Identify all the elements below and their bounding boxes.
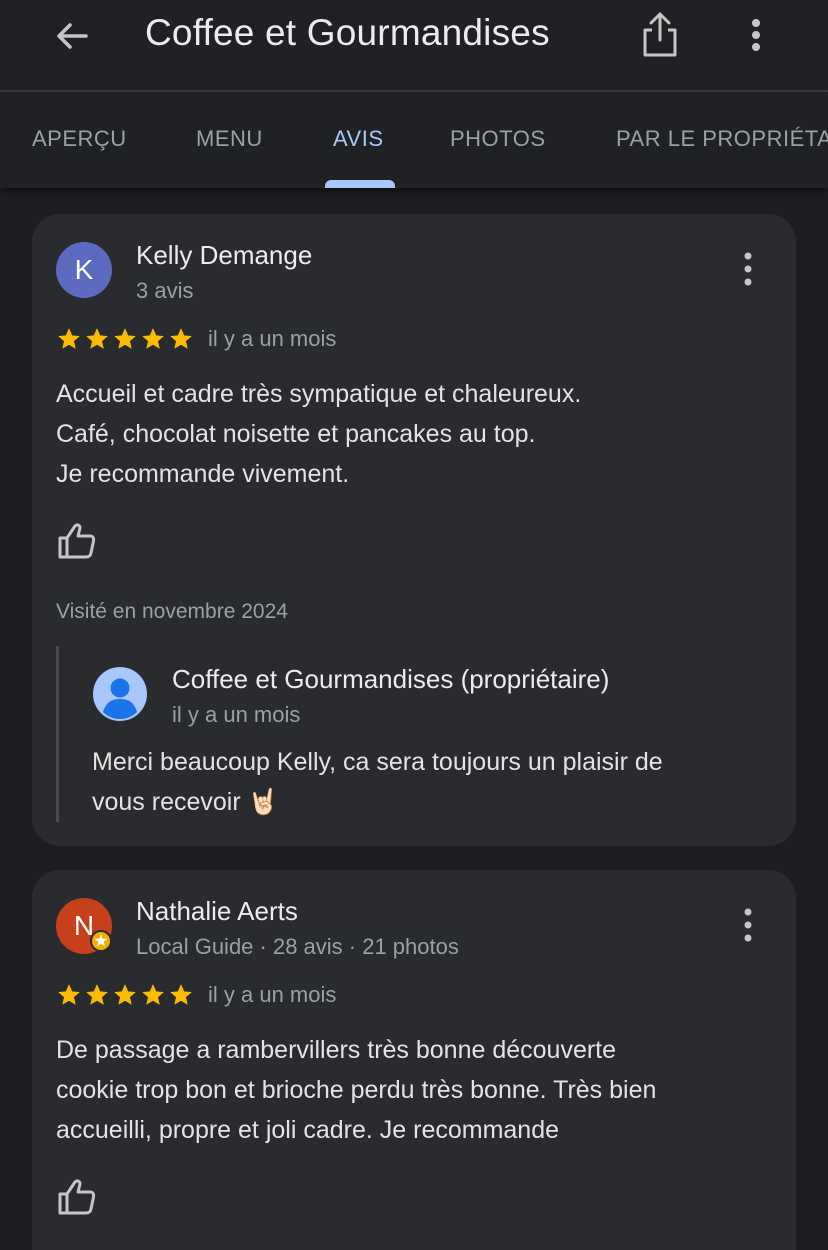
person-icon bbox=[93, 667, 147, 721]
reply-text: Merci beaucoup Kelly, ca sera toujours u… bbox=[92, 742, 663, 822]
star-rating bbox=[56, 326, 194, 352]
reply-date: il y a un mois bbox=[172, 702, 301, 727]
review-line: Café, chocolat noisette et pancakes au t… bbox=[56, 420, 536, 448]
review-text: De passage a rambervillers très bonne dé… bbox=[56, 1030, 656, 1150]
visit-date: Visité en novembre 2024 bbox=[56, 600, 288, 623]
local-guide-badge-icon bbox=[90, 930, 112, 952]
review-text: Accueil et cadre très sympatique et chal… bbox=[56, 374, 581, 494]
reviewer-name[interactable]: Nathalie Aerts bbox=[136, 896, 298, 927]
tab-bar: APERÇU MENU AVIS PHOTOS PAR LE PROPRIÉTA bbox=[0, 92, 828, 188]
star-icon bbox=[114, 984, 136, 1005]
reply-divider bbox=[56, 646, 59, 822]
star-icon bbox=[114, 328, 136, 349]
review-line: accueilli, propre et joli cadre. Je reco… bbox=[56, 1116, 560, 1144]
reply-line: vous recevoir 🤘🏻 bbox=[92, 788, 279, 816]
review-date: il y a un mois bbox=[208, 982, 337, 1007]
star-rating bbox=[56, 982, 194, 1008]
more-vert-icon[interactable] bbox=[738, 906, 758, 946]
active-tab-indicator bbox=[325, 180, 395, 188]
review-card: K Kelly Demange 3 avis il y a un mois Ac… bbox=[32, 214, 796, 846]
star-icon bbox=[58, 984, 80, 1005]
star-icon bbox=[142, 984, 164, 1005]
owner-name: Coffee et Gourmandises (propriétaire) bbox=[172, 664, 610, 694]
page-title: Coffee et Gourmandises bbox=[145, 12, 550, 53]
reviewer-meta: 3 avis bbox=[136, 278, 194, 303]
star-icon bbox=[58, 328, 80, 349]
review-line: De passage a rambervillers très bonne dé… bbox=[56, 1036, 617, 1064]
review-card: N Nathalie Aerts Local Guide · 28 avis ·… bbox=[32, 870, 796, 1250]
tab-avis[interactable]: AVIS bbox=[333, 126, 384, 152]
tab-menu[interactable]: MENU bbox=[196, 126, 263, 152]
back-arrow-icon[interactable] bbox=[50, 14, 94, 58]
review-line: Je recommande vivement. bbox=[56, 460, 350, 488]
app-bar: Coffee et Gourmandises bbox=[0, 0, 828, 90]
star-icon bbox=[86, 328, 108, 349]
review-line: Accueil et cadre très sympatique et chal… bbox=[56, 380, 582, 408]
thumb-up-icon[interactable] bbox=[56, 1176, 98, 1218]
avatar[interactable]: K bbox=[56, 242, 112, 298]
share-icon[interactable] bbox=[638, 10, 682, 60]
star-icon bbox=[142, 328, 164, 349]
tab-apercu[interactable]: APERÇU bbox=[32, 126, 127, 152]
tab-par-le-proprietaire[interactable]: PAR LE PROPRIÉTA bbox=[616, 126, 828, 152]
star-icon bbox=[170, 984, 192, 1005]
thumb-up-icon[interactable] bbox=[56, 520, 98, 562]
review-date: il y a un mois bbox=[208, 326, 337, 351]
more-vert-icon[interactable] bbox=[740, 14, 772, 58]
review-line: cookie trop bon et brioche perdu très bo… bbox=[56, 1076, 657, 1104]
reviewer-name[interactable]: Kelly Demange bbox=[136, 240, 312, 271]
star-icon bbox=[170, 328, 192, 349]
star-icon bbox=[86, 984, 108, 1005]
reviewer-meta: Local Guide · 28 avis · 21 photos bbox=[136, 934, 459, 959]
reply-line: Merci beaucoup Kelly, ca sera toujours u… bbox=[92, 748, 663, 776]
more-vert-icon[interactable] bbox=[738, 250, 758, 290]
tab-photos[interactable]: PHOTOS bbox=[450, 126, 546, 152]
